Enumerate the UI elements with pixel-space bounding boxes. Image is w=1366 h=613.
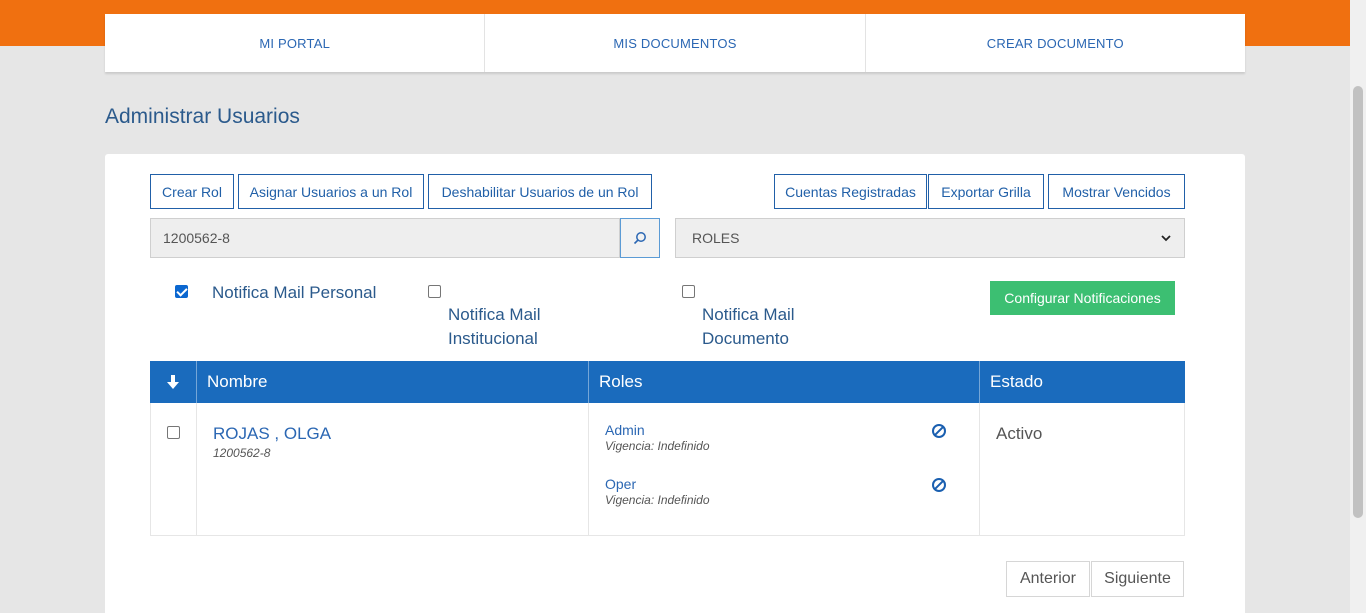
roles-cell: Admin Vigencia: Indefinido Oper Vigencia… xyxy=(589,403,980,535)
users-panel: Crear Rol Asignar Usuarios a un Rol Desh… xyxy=(105,154,1245,613)
notifica-institucional-line2: Institucional xyxy=(448,329,538,348)
scrollbar-thumb[interactable] xyxy=(1353,86,1363,518)
user-id: 1200562-8 xyxy=(213,446,271,460)
users-table: Nombre Roles Estado ROJAS , OLGA 1200562… xyxy=(150,361,1185,536)
nav-mis-documentos[interactable]: MIS DOCUMENTOS xyxy=(485,14,866,72)
nav-mi-portal[interactable]: MI PORTAL xyxy=(105,14,486,72)
roles-select[interactable]: ROLES xyxy=(675,218,1185,258)
header-roles: Roles xyxy=(589,361,980,403)
deshabilitar-usuarios-button[interactable]: Deshabilitar Usuarios de un Rol xyxy=(428,174,652,209)
arrow-down-icon xyxy=(167,375,179,389)
notifica-documento-line2: Documento xyxy=(702,329,789,348)
row-checkbox[interactable] xyxy=(167,426,180,439)
roles-select-value: ROLES xyxy=(692,230,740,246)
notifica-documento-label: Notifica Mail Documento xyxy=(702,303,795,351)
remove-role-oper-icon[interactable] xyxy=(931,477,947,493)
scrollbar[interactable] xyxy=(1350,0,1366,613)
role-admin-vigencia: Vigencia: Indefinido xyxy=(605,439,710,453)
search-input[interactable] xyxy=(150,218,620,258)
search-icon xyxy=(633,232,646,245)
table-header: Nombre Roles Estado xyxy=(150,361,1185,403)
notifica-documento-checkbox[interactable] xyxy=(682,285,695,298)
anterior-button[interactable]: Anterior xyxy=(1006,561,1090,597)
siguiente-button[interactable]: Siguiente xyxy=(1091,561,1184,597)
notifica-institucional-line1: Notifica Mail xyxy=(448,305,541,324)
notifica-institucional-checkbox[interactable] xyxy=(428,285,441,298)
search-button[interactable] xyxy=(620,218,660,258)
exportar-grilla-button[interactable]: Exportar Grilla xyxy=(928,174,1044,209)
notifica-documento-line1: Notifica Mail xyxy=(702,305,795,324)
cuentas-registradas-button[interactable]: Cuentas Registradas xyxy=(774,174,927,209)
role-admin-link[interactable]: Admin xyxy=(605,422,645,438)
chevron-down-icon xyxy=(1161,235,1171,242)
configurar-notificaciones-button[interactable]: Configurar Notificaciones xyxy=(990,281,1175,315)
table-row: ROJAS , OLGA 1200562-8 Admin Vigencia: I… xyxy=(150,403,1185,536)
asignar-usuarios-button[interactable]: Asignar Usuarios a un Rol xyxy=(238,174,424,209)
search-group xyxy=(150,218,661,258)
header-estado: Estado xyxy=(990,372,1043,391)
remove-role-admin-icon[interactable] xyxy=(931,423,947,439)
user-name-link[interactable]: ROJAS , OLGA xyxy=(213,424,331,444)
main-nav: MI PORTAL MIS DOCUMENTOS CREAR DOCUMENTO xyxy=(105,14,1245,72)
row-select-cell xyxy=(151,403,197,535)
status-text: Activo xyxy=(996,424,1043,443)
estado-cell: Activo xyxy=(980,403,1184,535)
header-nombre: Nombre xyxy=(197,361,589,403)
crear-rol-button[interactable]: Crear Rol xyxy=(150,174,234,209)
role-oper-link[interactable]: Oper xyxy=(605,476,636,492)
nombre-cell: ROJAS , OLGA 1200562-8 xyxy=(197,403,589,535)
notifica-personal-label: Notifica Mail Personal xyxy=(212,283,377,302)
role-oper-vigencia: Vigencia: Indefinido xyxy=(605,493,710,507)
notifica-institucional-label: Notifica Mail Institucional xyxy=(448,303,541,351)
mostrar-vencidos-button[interactable]: Mostrar Vencidos xyxy=(1048,174,1185,209)
page-title: Administrar Usuarios xyxy=(105,105,300,128)
notifica-personal-checkbox[interactable] xyxy=(175,285,188,298)
nav-crear-documento[interactable]: CREAR DOCUMENTO xyxy=(866,14,1245,72)
sort-header[interactable] xyxy=(150,361,197,403)
